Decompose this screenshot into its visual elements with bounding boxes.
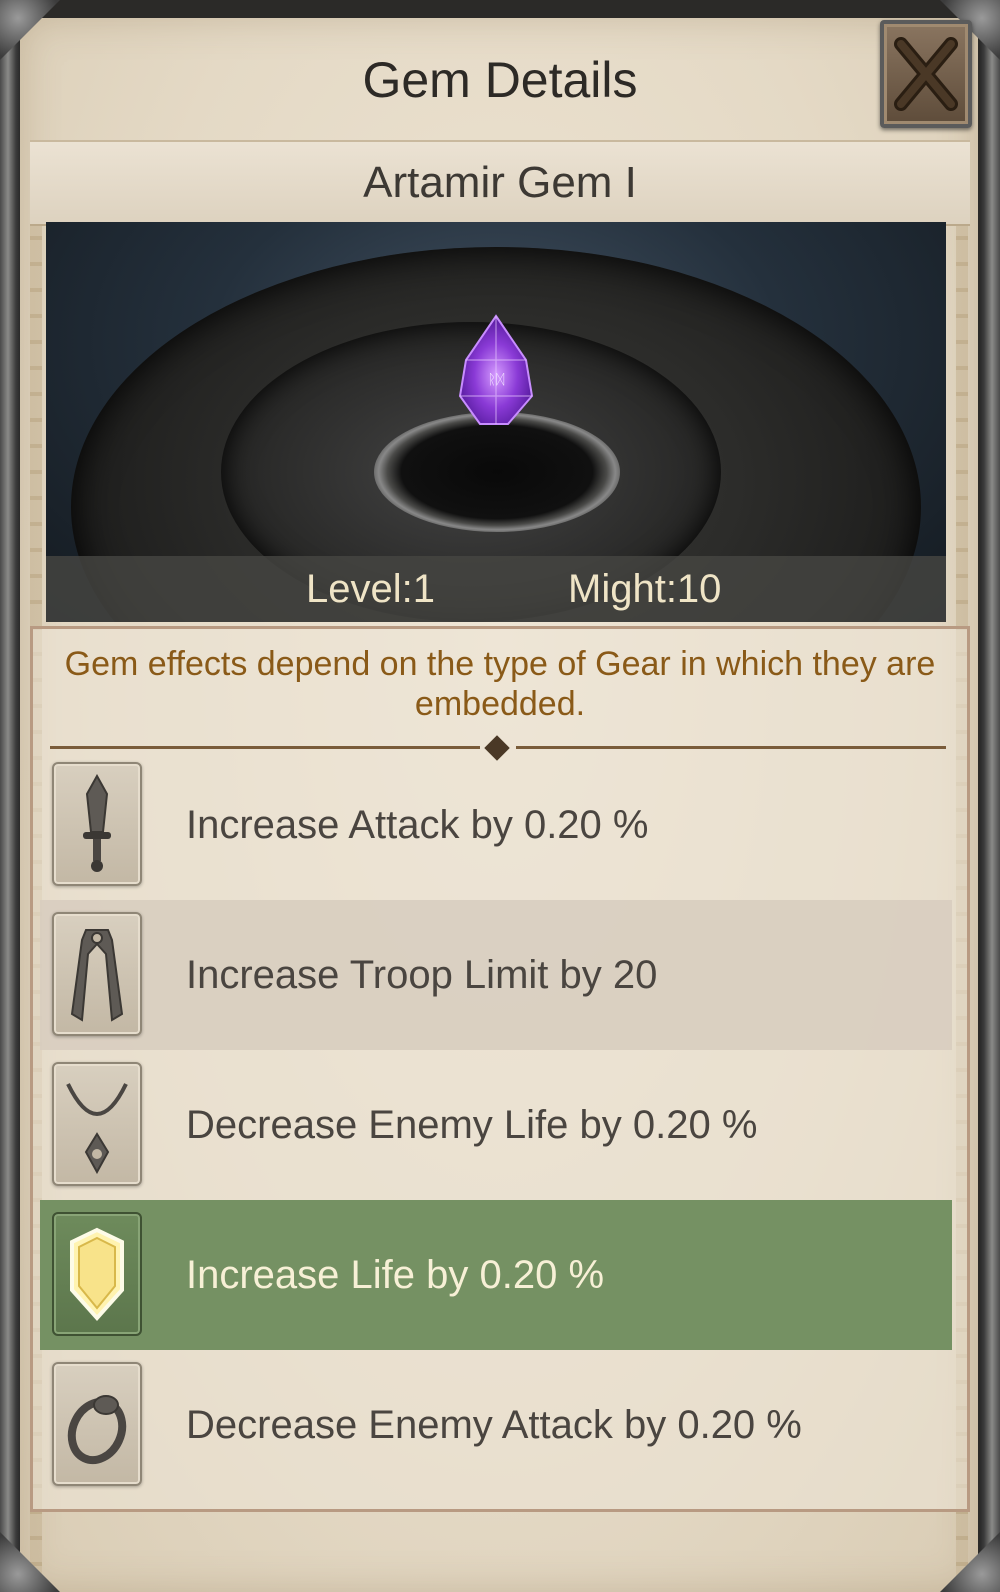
gem-name: Artamir Gem I <box>363 158 637 207</box>
sword-icon <box>83 774 111 872</box>
effect-label: Decrease Enemy Life by 0.20 % <box>186 1103 758 1147</box>
gem-level: Level:1 <box>306 567 435 611</box>
effect-label: Increase Attack by 0.20 % <box>186 803 649 847</box>
effect-label: Increase Troop Limit by 20 <box>186 953 658 997</box>
gem-might: Might:10 <box>568 567 722 611</box>
gear-slot <box>52 1362 142 1486</box>
svg-text:ᚱᛞ: ᚱᛞ <box>488 372 505 388</box>
effect-label: Decrease Enemy Attack by 0.20 % <box>186 1403 802 1447</box>
gear-slot <box>52 1212 142 1336</box>
gear-slot <box>52 762 142 886</box>
close-x-icon <box>894 37 958 111</box>
dialog-title: Gem Details <box>362 52 638 108</box>
effect-row-enemy-life[interactable]: Decrease Enemy Life by 0.20 % <box>40 1050 952 1200</box>
close-button[interactable] <box>880 20 972 128</box>
gem-name-bar: Artamir Gem I <box>30 140 970 226</box>
necklace-icon <box>66 1083 128 1174</box>
gear-slot <box>52 1062 142 1186</box>
effect-label: Increase Life by 0.20 % <box>186 1253 605 1297</box>
effect-row-troop-limit[interactable]: Increase Troop Limit by 20 <box>40 900 952 1050</box>
gem-viewer: ᚱᛞ Level:1 Might:10 <box>46 222 946 622</box>
info-text: Gem effects depend on the type of Gear i… <box>64 645 936 723</box>
shield-icon <box>70 1227 124 1322</box>
ring-icon <box>67 1395 127 1465</box>
effect-row-life[interactable]: Increase Life by 0.20 % <box>40 1200 952 1350</box>
effect-row-attack[interactable]: Increase Attack by 0.20 % <box>40 750 952 900</box>
effect-row-enemy-attack[interactable]: Decrease Enemy Attack by 0.20 % <box>40 1350 952 1500</box>
gear-slot <box>52 912 142 1036</box>
purple-gem-icon: ᚱᛞ <box>458 314 534 425</box>
cloak-icon <box>70 929 124 1022</box>
gem-stats-bar: Level:1 Might:10 <box>46 556 946 622</box>
